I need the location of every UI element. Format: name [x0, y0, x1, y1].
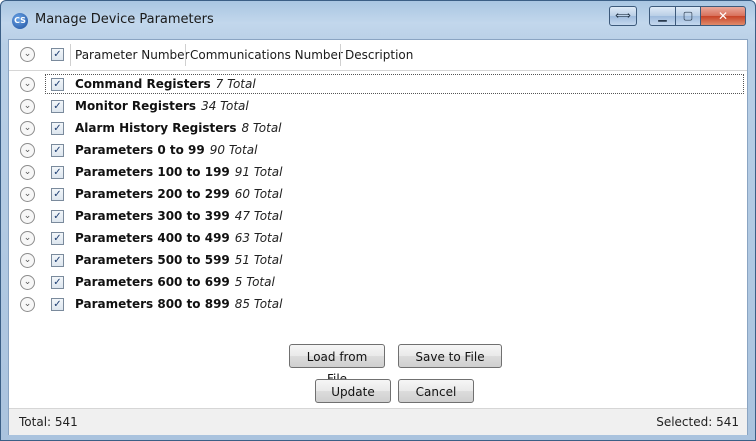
chevron-down-icon[interactable]: ⌄ — [20, 209, 35, 224]
group-name: Parameters 100 to 199 — [75, 165, 230, 179]
group-name: Alarm History Registers — [75, 121, 237, 135]
group-row[interactable]: ⌄ ✓ Alarm History Registers 8 Total — [9, 118, 747, 140]
chevron-down-icon[interactable]: ⌄ — [20, 77, 35, 92]
group-name: Command Registers — [75, 77, 211, 91]
group-count: 34 Total — [201, 99, 249, 113]
group-checkbox[interactable]: ✓ — [51, 144, 64, 157]
save-to-file-button[interactable]: Save to File — [398, 344, 502, 368]
group-label: Parameters 800 to 899 85 Total — [75, 297, 282, 311]
group-name: Parameters 0 to 99 — [75, 143, 205, 157]
group-row[interactable]: ⌄ ✓ Monitor Registers 34 Total — [9, 96, 747, 118]
column-communications-number[interactable]: Communications Number — [190, 48, 343, 62]
group-row[interactable]: ⌄ ✓ Parameters 200 to 299 60 Total — [9, 184, 747, 206]
group-row[interactable]: ⌄ ✓ Parameters 100 to 199 91 Total — [9, 162, 747, 184]
group-row[interactable]: ⌄ ✓ Parameters 300 to 399 47 Total — [9, 206, 747, 228]
group-count: 91 Total — [234, 165, 283, 179]
header-divider — [70, 44, 71, 66]
column-description[interactable]: Description — [345, 48, 413, 62]
group-checkbox[interactable]: ✓ — [51, 100, 64, 113]
group-row[interactable]: ⌄ ✓ Parameters 800 to 899 85 Total — [9, 294, 747, 316]
title-bar[interactable]: CS Manage Device Parameters ⟺ ▁ ▢ ✕ — [1, 1, 755, 39]
group-name: Parameters 200 to 299 — [75, 187, 230, 201]
group-row[interactable]: ⌄ ✓ Parameters 600 to 699 5 Total — [9, 272, 747, 294]
group-name: Monitor Registers — [75, 99, 197, 113]
group-checkbox[interactable]: ✓ — [51, 210, 64, 223]
group-label: Alarm History Registers 8 Total — [75, 121, 282, 135]
column-header: ⌄ ✓ Parameter Number Communications Numb… — [9, 40, 747, 71]
group-label: Parameters 100 to 199 91 Total — [75, 165, 282, 179]
group-row[interactable]: ⌄ ✓ Parameters 500 to 599 51 Total — [9, 250, 747, 272]
group-label: Parameters 500 to 599 51 Total — [75, 253, 282, 267]
chevron-down-icon[interactable]: ⌄ — [20, 187, 35, 202]
chevron-down-icon[interactable]: ⌄ — [20, 297, 35, 312]
window-title: Manage Device Parameters — [35, 12, 214, 27]
app-logo-icon: CS — [12, 13, 28, 29]
group-label: Parameters 400 to 499 63 Total — [75, 231, 282, 245]
group-label: Command Registers 7 Total — [75, 77, 256, 91]
chevron-down-icon[interactable]: ⌄ — [20, 275, 35, 290]
group-row[interactable]: ⌄ ✓ Command Registers 7 Total — [9, 74, 747, 96]
column-parameter-number[interactable]: Parameter Number — [75, 48, 189, 62]
group-name: Parameters 600 to 699 — [75, 275, 230, 289]
client-area: ⌄ ✓ Parameter Number Communications Numb… — [8, 39, 748, 435]
group-row[interactable]: ⌄ ✓ Parameters 400 to 499 63 Total — [9, 228, 747, 250]
maximize-button[interactable]: ▢ — [675, 6, 701, 26]
chevron-down-icon[interactable]: ⌄ — [20, 165, 35, 180]
group-checkbox[interactable]: ✓ — [51, 232, 64, 245]
group-count: 85 Total — [234, 297, 283, 311]
group-count: 60 Total — [234, 187, 283, 201]
group-label: Parameters 600 to 699 5 Total — [75, 275, 275, 289]
chevron-down-icon[interactable]: ⌄ — [20, 143, 35, 158]
manage-device-parameters-window: CS Manage Device Parameters ⟺ ▁ ▢ ✕ ⌄ ✓ … — [0, 0, 756, 441]
header-divider — [340, 44, 341, 66]
chevron-down-icon[interactable]: ⌄ — [20, 99, 35, 114]
group-label: Parameters 300 to 399 47 Total — [75, 209, 282, 223]
group-name: Parameters 400 to 499 — [75, 231, 230, 245]
chevron-down-icon[interactable]: ⌄ — [20, 253, 35, 268]
group-name: Parameters 500 to 599 — [75, 253, 230, 267]
group-count: 63 Total — [234, 231, 283, 245]
group-label: Monitor Registers 34 Total — [75, 99, 249, 113]
group-row[interactable]: ⌄ ✓ Parameters 0 to 99 90 Total — [9, 140, 747, 162]
group-name: Parameters 800 to 899 — [75, 297, 230, 311]
group-label: Parameters 0 to 99 90 Total — [75, 143, 257, 157]
select-all-checkbox[interactable]: ✓ — [51, 48, 64, 61]
group-checkbox[interactable]: ✓ — [51, 298, 64, 311]
update-button[interactable]: Update — [315, 379, 391, 403]
group-checkbox[interactable]: ✓ — [51, 188, 64, 201]
group-checkbox[interactable]: ✓ — [51, 78, 64, 91]
minimize-button[interactable]: ▁ — [649, 6, 676, 26]
status-bar: Total: 541 Selected: 541 — [9, 408, 747, 435]
group-count: 90 Total — [209, 143, 258, 157]
header-divider — [185, 44, 186, 66]
group-name: Parameters 300 to 399 — [75, 209, 230, 223]
group-checkbox[interactable]: ✓ — [51, 122, 64, 135]
group-checkbox[interactable]: ✓ — [51, 276, 64, 289]
group-count: 5 Total — [234, 275, 275, 289]
group-count: 8 Total — [241, 121, 282, 135]
load-from-file-button[interactable]: Load from File — [289, 344, 385, 386]
chevron-down-icon[interactable]: ⌄ — [20, 121, 35, 136]
group-count: 51 Total — [234, 253, 283, 267]
total-count: Total: 541 — [19, 415, 78, 429]
group-count: 7 Total — [215, 77, 256, 91]
group-checkbox[interactable]: ✓ — [51, 254, 64, 267]
group-checkbox[interactable]: ✓ — [51, 166, 64, 179]
close-button[interactable]: ✕ — [700, 6, 746, 26]
expand-all-chevron-icon[interactable]: ⌄ — [20, 47, 35, 62]
selected-count: Selected: 541 — [656, 415, 739, 429]
group-count: 47 Total — [234, 209, 283, 223]
resize-toggle-button[interactable]: ⟺ — [609, 6, 637, 26]
group-label: Parameters 200 to 299 60 Total — [75, 187, 282, 201]
chevron-down-icon[interactable]: ⌄ — [20, 231, 35, 246]
cancel-button[interactable]: Cancel — [398, 379, 474, 403]
